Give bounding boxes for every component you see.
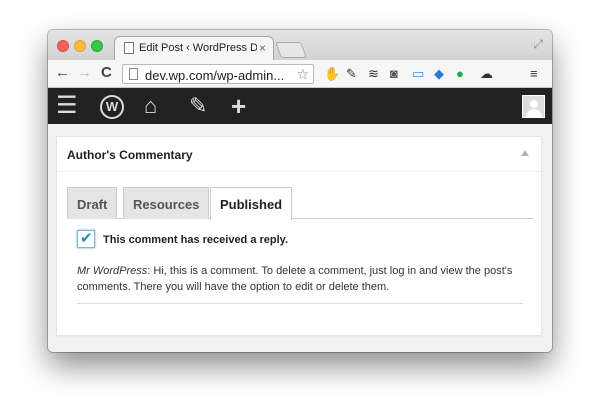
- cloud-icon[interactable]: ☁: [480, 66, 493, 82]
- tab-strip: Edit Post ‹ WordPress Deve × ⤢: [48, 30, 552, 60]
- reload-button[interactable]: C: [101, 65, 112, 81]
- tab-title: Edit Post ‹ WordPress Deve: [139, 42, 257, 54]
- bookmark-star-icon[interactable]: ☆: [296, 66, 309, 83]
- address-bar[interactable]: dev.wp.com/wp-admin... ☆: [122, 64, 314, 84]
- browser-tab[interactable]: Edit Post ‹ WordPress Deve ×: [114, 36, 274, 60]
- avatar-head: [530, 100, 538, 108]
- browser-window: Edit Post ‹ WordPress Deve × ⤢ ← → C dev…: [48, 30, 552, 352]
- wrench-icon[interactable]: ✎: [346, 66, 357, 82]
- menu-icon[interactable]: ≡: [530, 66, 538, 82]
- fullscreen-icon[interactable]: ⤢: [533, 37, 543, 52]
- authors-commentary-metabox: Author's Commentary Draft Resources Publ…: [56, 136, 542, 336]
- back-button[interactable]: ←: [55, 65, 70, 81]
- dropbox-icon[interactable]: ◆: [434, 66, 444, 82]
- metabox-header[interactable]: Author's Commentary: [57, 137, 541, 172]
- page-icon: [129, 68, 138, 80]
- zoom-window-button[interactable]: [91, 40, 103, 52]
- home-icon[interactable]: ⌂: [144, 94, 157, 118]
- divider: [77, 303, 523, 304]
- user-avatar[interactable]: [522, 95, 545, 118]
- hamburger-menu-icon[interactable]: ☰: [56, 94, 78, 118]
- metabox-title: Author's Commentary: [67, 148, 193, 162]
- tab-bar: Draft Resources Published: [67, 187, 533, 220]
- comment-body: Mr WordPress: Hi, this is a comment. To …: [77, 263, 533, 295]
- url-text[interactable]: dev.wp.com/wp-admin...: [145, 68, 284, 83]
- browser-toolbar: ← → C dev.wp.com/wp-admin... ☆ ✋ ✎ ≋ ◙ ▭…: [48, 60, 552, 88]
- wordpress-logo-icon[interactable]: W: [100, 95, 124, 119]
- tab-draft[interactable]: Draft: [67, 187, 118, 219]
- new-tab-button[interactable]: [275, 42, 307, 58]
- screen-icon[interactable]: ▭: [412, 66, 424, 82]
- evernote-icon[interactable]: ✋: [324, 66, 340, 82]
- comment-author: Mr WordPress: [77, 265, 148, 277]
- avatar-body: [526, 109, 542, 117]
- forward-button[interactable]: →: [77, 65, 92, 81]
- document-icon: [124, 42, 134, 54]
- checkmark-icon: ✔: [80, 230, 93, 247]
- tab-resources[interactable]: Resources: [123, 187, 210, 219]
- comment-icon[interactable]: ✎: [189, 94, 207, 118]
- reply-received-checkbox[interactable]: ✔: [77, 230, 95, 248]
- add-new-icon[interactable]: +: [231, 93, 246, 119]
- tab-close-icon[interactable]: ×: [259, 41, 266, 55]
- pocket-icon[interactable]: ◙: [390, 66, 398, 82]
- tab-published[interactable]: Published: [210, 187, 293, 220]
- minimize-window-button[interactable]: [74, 40, 86, 52]
- buffer-icon[interactable]: ≋: [368, 66, 379, 82]
- wp-admin-bar: ☰ W ⌂ ✎ +: [48, 88, 552, 124]
- page-content: Author's Commentary Draft Resources Publ…: [48, 124, 552, 352]
- collapse-arrow-icon[interactable]: [521, 150, 529, 156]
- green-leaf-icon[interactable]: ●: [456, 66, 464, 82]
- close-window-button[interactable]: [57, 40, 69, 52]
- reply-received-label: This comment has received a reply.: [103, 234, 289, 246]
